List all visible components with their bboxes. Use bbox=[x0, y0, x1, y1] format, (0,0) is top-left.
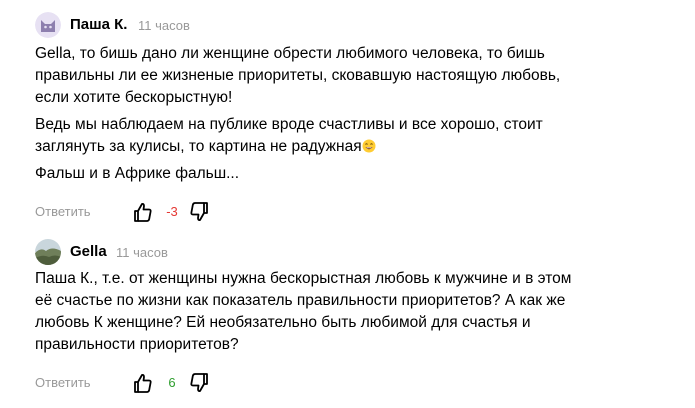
user-avatar[interactable] bbox=[35, 12, 61, 38]
text-line: правильны ли ее жизненые приоритеты, ско… bbox=[35, 67, 561, 84]
text-line: если хотите бескорыстную! bbox=[35, 89, 233, 106]
comment-paragraph: Ведь мы наблюдаем на публике вроде счаст… bbox=[35, 114, 675, 158]
text-line: заглянуть за кулисы, то картина не радуж… bbox=[35, 138, 362, 155]
thumbs-down-icon bbox=[190, 202, 208, 221]
comment-paragraph: Фальш и в Африке фальш... bbox=[35, 163, 675, 185]
like-button[interactable] bbox=[133, 372, 153, 394]
laughing-emoji-icon bbox=[362, 139, 376, 153]
user-avatar[interactable] bbox=[35, 239, 61, 265]
comment-paragraph: Gella, то бишь дано ли женщине обрести л… bbox=[35, 43, 675, 109]
landscape-avatar-icon bbox=[35, 239, 61, 265]
text-line: Фальш и в Африке фальш... bbox=[35, 165, 240, 182]
comment-score: -3 bbox=[166, 204, 178, 219]
like-button[interactable] bbox=[133, 201, 153, 223]
comment-time: 11 часов bbox=[116, 245, 168, 260]
comment-time: 11 часов bbox=[138, 18, 190, 33]
dislike-button[interactable] bbox=[189, 201, 209, 223]
comment-actions: Ответить -3 bbox=[35, 201, 335, 223]
text-line: Паша К., т.е. от женщины нужна бескорыст… bbox=[35, 270, 572, 287]
thumbs-up-icon bbox=[134, 203, 152, 222]
text-line: Ведь мы наблюдаем на публике вроде счаст… bbox=[35, 116, 543, 133]
text-line: любовь К женщине? Ей необязательно быть … bbox=[35, 314, 531, 331]
comment-author[interactable]: Gella bbox=[70, 243, 107, 261]
reply-button[interactable]: Ответить bbox=[35, 204, 91, 219]
dislike-button[interactable] bbox=[189, 372, 209, 394]
text-line: Gella, то бишь дано ли женщине обрести л… bbox=[35, 45, 545, 62]
comment-author[interactable]: Паша К. bbox=[70, 16, 127, 34]
comment-text: Gella, то бишь дано ли женщине обрести л… bbox=[35, 43, 675, 190]
comment-paragraph: Паша К., т.е. от женщины нужна бескорыст… bbox=[35, 268, 675, 356]
comment-text: Паша К., т.е. от женщины нужна бескорыст… bbox=[35, 268, 675, 361]
thumbs-down-icon bbox=[190, 373, 208, 392]
comment-actions: Ответить 6 bbox=[35, 372, 335, 394]
thumbs-up-icon bbox=[134, 374, 152, 393]
comment-score: 6 bbox=[168, 375, 176, 390]
text-line: её счастье по жизни как показатель прави… bbox=[35, 292, 566, 309]
cat-avatar-icon bbox=[35, 12, 61, 38]
reply-button[interactable]: Ответить bbox=[35, 375, 91, 390]
text-line: правильности приоритетов? bbox=[35, 336, 239, 353]
